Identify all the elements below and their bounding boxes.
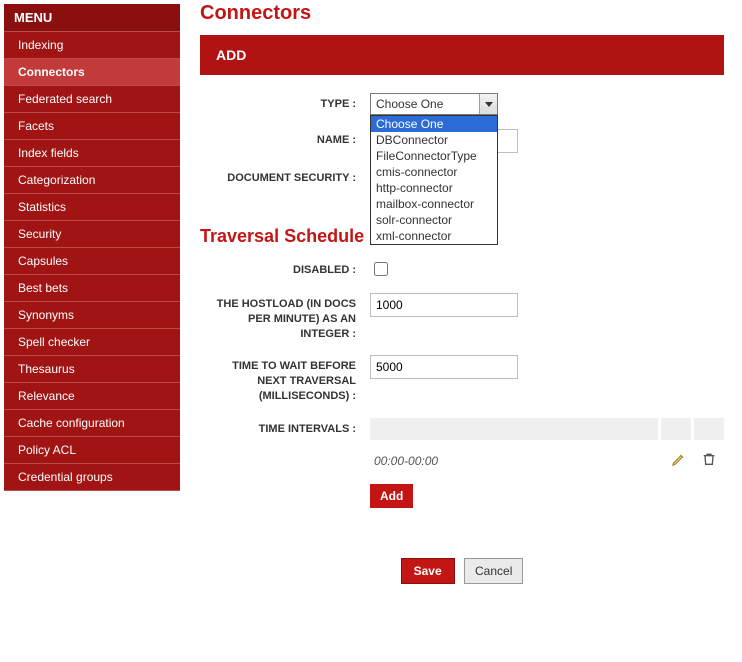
type-option-solr-connector[interactable]: solr-connector [371,212,497,228]
type-option-dbconnector[interactable]: DBConnector [371,132,497,148]
cancel-button[interactable]: Cancel [464,558,523,584]
sidebar-item-security[interactable]: Security [4,221,180,248]
intervals-header-row [370,418,724,440]
edit-interval-button[interactable] [664,446,694,476]
type-option-fileconnectortype[interactable]: FileConnectorType [371,148,497,164]
main-content: Connectors ADD TYPE : Choose One Choose … [180,0,742,604]
intervals-header-edit-cell [661,418,691,440]
sidebar-header: MENU [4,4,180,32]
type-label: TYPE : [200,93,370,112]
sidebar-item-federated-search[interactable]: Federated search [4,86,180,113]
action-bar: Save Cancel [200,558,724,584]
sidebar-item-best-bets[interactable]: Best bets [4,275,180,302]
type-select[interactable]: Choose One [370,93,498,115]
disabled-checkbox[interactable] [374,262,388,276]
type-option-cmis-connector[interactable]: cmis-connector [371,164,497,180]
add-header: ADD [200,35,724,75]
wait-label: TIME TO WAIT BEFORE NEXT TRAVERSAL (MILL… [200,355,370,404]
pencil-icon [671,451,687,470]
sidebar: MENU Indexing Connectors Federated searc… [4,4,180,491]
intervals-header-delete-cell [694,418,724,440]
sidebar-item-cache-configuration[interactable]: Cache configuration [4,410,180,437]
sidebar-item-synonyms[interactable]: Synonyms [4,302,180,329]
type-option-mailbox-connector[interactable]: mailbox-connector [371,196,497,212]
sidebar-item-index-fields[interactable]: Index fields [4,140,180,167]
sidebar-item-policy-acl[interactable]: Policy ACL [4,437,180,464]
type-option-http-connector[interactable]: http-connector [371,180,497,196]
intervals-header-cell [370,418,658,440]
save-button[interactable]: Save [401,558,455,584]
wait-input[interactable] [370,355,518,379]
add-interval-button[interactable]: Add [370,484,413,508]
hostload-input[interactable] [370,293,518,317]
sidebar-item-indexing[interactable]: Indexing [4,32,180,59]
document-security-label: DOCUMENT SECURITY : [200,167,370,186]
interval-row: 00:00-00:00 [370,446,724,476]
hostload-label: THE HOSTLOAD (IN DOCS PER MINUTE) AS AN … [200,293,370,342]
chevron-down-icon [479,94,497,114]
type-dropdown-list: Choose One DBConnector FileConnectorType… [370,115,498,245]
interval-value: 00:00-00:00 [370,448,664,474]
type-select-value: Choose One [376,97,443,111]
trash-icon [701,451,717,470]
sidebar-item-categorization[interactable]: Categorization [4,167,180,194]
sidebar-item-connectors[interactable]: Connectors [4,59,180,86]
sidebar-item-facets[interactable]: Facets [4,113,180,140]
type-option-xml-connector[interactable]: xml-connector [371,228,497,244]
type-option-choose-one[interactable]: Choose One [371,116,497,132]
intervals-label: TIME INTERVALS : [200,418,370,437]
sidebar-item-relevance[interactable]: Relevance [4,383,180,410]
sidebar-item-spell-checker[interactable]: Spell checker [4,329,180,356]
page-title: Connectors [200,2,724,25]
disabled-label: DISABLED : [200,259,370,278]
sidebar-item-thesaurus[interactable]: Thesaurus [4,356,180,383]
sidebar-item-credential-groups[interactable]: Credential groups [4,464,180,491]
delete-interval-button[interactable] [694,446,724,476]
sidebar-item-capsules[interactable]: Capsules [4,248,180,275]
name-label: NAME : [200,129,370,148]
sidebar-item-statistics[interactable]: Statistics [4,194,180,221]
